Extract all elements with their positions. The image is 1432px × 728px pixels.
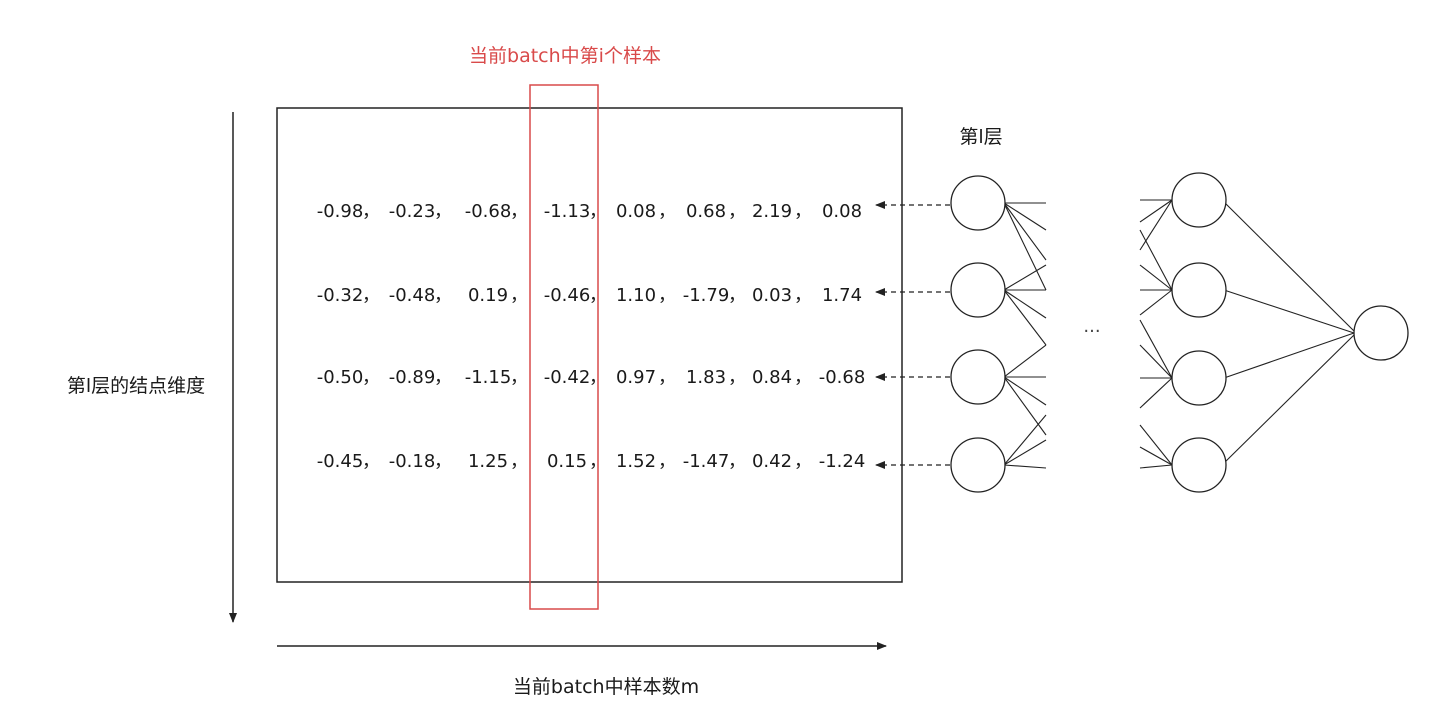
matrix-cell: 0.19 bbox=[468, 285, 508, 306]
layer-l-node-1 bbox=[950, 175, 1006, 231]
sample-count-axis-label: 当前batch中样本数m bbox=[513, 676, 699, 698]
later-layer-node-1 bbox=[1171, 172, 1227, 228]
cell-separator: ， bbox=[658, 201, 676, 222]
matrix-cell: 2.19 bbox=[752, 201, 792, 222]
matrix-cell: 1.25 bbox=[468, 451, 508, 472]
cell-separator: ， bbox=[589, 367, 607, 388]
highlight-column-cell: -1.13 bbox=[544, 201, 591, 222]
highlight-column-box bbox=[529, 84, 599, 610]
matrix-box bbox=[276, 107, 903, 583]
layer-l-node-4 bbox=[950, 437, 1006, 493]
batch-activation-diagram: 当前batch中第i个样本 -0.98， -0.23， -0.68， -1.13， 0.… bbox=[67, 45, 1409, 698]
matrix-cell: -0.18 bbox=[389, 451, 436, 472]
matrix-cell: 0.97 bbox=[616, 367, 656, 388]
cell-separator: ， bbox=[658, 285, 676, 306]
cell-separator: ， bbox=[362, 201, 380, 222]
highlight-column-title: 当前batch中第i个样本 bbox=[469, 45, 661, 67]
cell-separator: ， bbox=[510, 451, 528, 472]
matrix-cell: -0.45 bbox=[317, 451, 364, 472]
output-edges bbox=[1221, 199, 1357, 466]
matrix-cell: -0.48 bbox=[389, 285, 436, 306]
node-to-row-arrows bbox=[875, 201, 950, 469]
matrix-cell: -1.79 bbox=[683, 285, 730, 306]
layer-l-node-3 bbox=[950, 349, 1006, 405]
cell-separator: ， bbox=[589, 285, 607, 306]
matrix-cell: -1.47 bbox=[683, 451, 730, 472]
highlight-column-cell: -0.46 bbox=[544, 285, 591, 306]
cell-separator: ， bbox=[434, 451, 452, 472]
output-node bbox=[1353, 305, 1409, 361]
matrix-cell: -0.89 bbox=[389, 367, 436, 388]
later-layer-node-2 bbox=[1171, 262, 1227, 318]
matrix-cell: 0.08 bbox=[616, 201, 656, 222]
matrix-values: -0.98， -0.23， -0.68， -1.13， 0.08， 0.68， 2.19， 0… bbox=[317, 201, 866, 472]
matrix-cell: 0.08 bbox=[822, 201, 862, 222]
layer-label: 第l层 bbox=[959, 126, 1002, 148]
matrix-cell: -1.15 bbox=[465, 367, 512, 388]
matrix-cell: 1.10 bbox=[616, 285, 656, 306]
cell-separator: ， bbox=[794, 285, 812, 306]
cell-separator: ， bbox=[510, 367, 528, 388]
cell-separator: ， bbox=[728, 367, 746, 388]
cell-separator: ， bbox=[362, 285, 380, 306]
cell-separator: ， bbox=[658, 451, 676, 472]
matrix-cell: -0.23 bbox=[389, 201, 436, 222]
cell-separator: ， bbox=[794, 451, 812, 472]
matrix-cell: -1.24 bbox=[819, 451, 866, 472]
hidden-layers-ellipsis: ··· bbox=[1083, 321, 1100, 342]
matrix-cell: 1.52 bbox=[616, 451, 656, 472]
cell-separator: ， bbox=[589, 201, 607, 222]
later-layer-node-3 bbox=[1171, 350, 1227, 406]
cell-separator: ， bbox=[794, 201, 812, 222]
matrix-cell: -0.98 bbox=[317, 201, 364, 222]
matrix-cell: -0.50 bbox=[317, 367, 364, 388]
matrix-cell: 0.68 bbox=[686, 201, 726, 222]
layer-l-nodes bbox=[950, 175, 1006, 493]
later-layer-input-edges bbox=[1139, 199, 1173, 469]
cell-separator: ， bbox=[434, 367, 452, 388]
cell-separator: ， bbox=[510, 285, 528, 306]
cell-separator: ， bbox=[794, 367, 812, 388]
later-layer-node-4 bbox=[1171, 437, 1227, 493]
layer-l-node-2 bbox=[950, 262, 1006, 318]
highlight-column-cell: -0.42 bbox=[544, 367, 591, 388]
later-layer-nodes bbox=[1171, 172, 1227, 493]
matrix-cell: 0.42 bbox=[752, 451, 792, 472]
cell-separator: ， bbox=[510, 201, 528, 222]
matrix-cell: 1.74 bbox=[822, 285, 862, 306]
layer-l-edges bbox=[1003, 202, 1047, 469]
matrix-cell: 1.83 bbox=[686, 367, 726, 388]
matrix-cell: 0.84 bbox=[752, 367, 792, 388]
cell-separator: ， bbox=[362, 451, 380, 472]
matrix-cell: -0.32 bbox=[317, 285, 364, 306]
cell-separator: ， bbox=[362, 367, 380, 388]
matrix-cell: -0.68 bbox=[819, 367, 866, 388]
matrix-cell: 0.03 bbox=[752, 285, 792, 306]
cell-separator: ， bbox=[589, 451, 607, 472]
highlight-column-cell: 0.15 bbox=[547, 451, 587, 472]
matrix-cell: -0.68 bbox=[465, 201, 512, 222]
node-dimension-axis-label: 第l层的结点维度 bbox=[67, 375, 205, 397]
cell-separator: ， bbox=[728, 285, 746, 306]
cell-separator: ， bbox=[434, 285, 452, 306]
cell-separator: ， bbox=[434, 201, 452, 222]
cell-separator: ， bbox=[728, 201, 746, 222]
cell-separator: ， bbox=[728, 451, 746, 472]
cell-separator: ， bbox=[658, 367, 676, 388]
